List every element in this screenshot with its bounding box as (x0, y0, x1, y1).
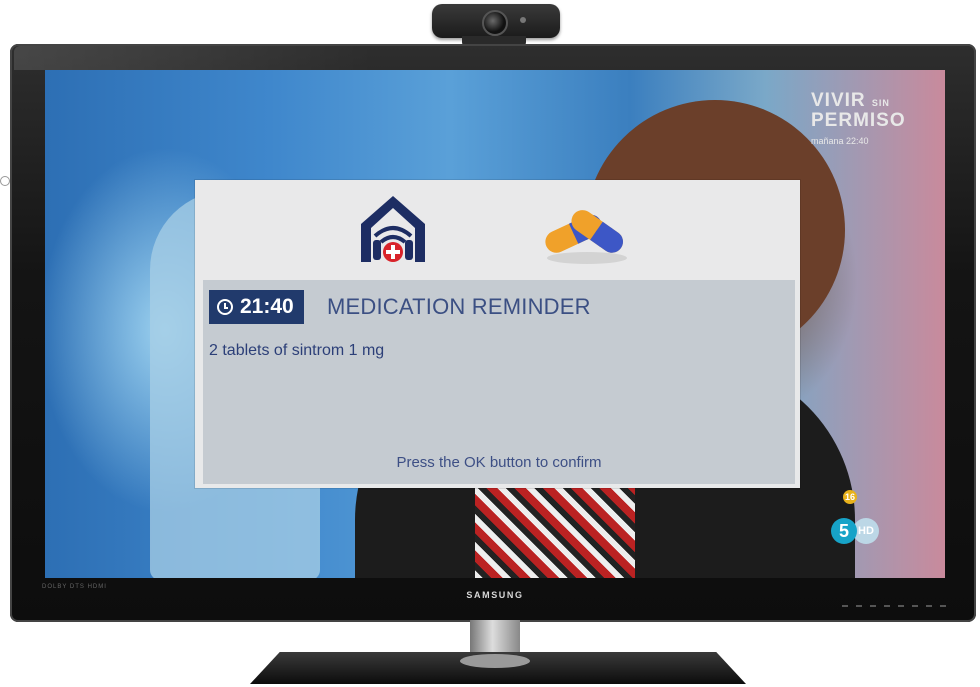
show-schedule: mañana 22:40 (811, 136, 869, 146)
channel-number-badge: 5 (831, 518, 857, 544)
webcam (432, 4, 560, 38)
pill-capsules-icon (545, 210, 627, 264)
reminder-description: 2 tablets of sintrom 1 mg (209, 342, 385, 359)
webcam-lens-icon (482, 10, 508, 36)
dialog-body: 21:40 MEDICATION REMINDER 2 tablets of s… (203, 280, 795, 484)
tv-brand-logo: SAMSUNG (466, 590, 524, 600)
tv-feature-logos: DOLBY DTS HDMI (42, 584, 107, 590)
show-title-line1: VIVIR (811, 90, 866, 111)
show-watermark: VIVIR SIN PERMISO mañana 22:40 (811, 90, 906, 150)
reminder-time: 21:40 (240, 295, 294, 318)
home-care-logo-icon (361, 196, 425, 262)
webcam-led-icon (520, 17, 526, 23)
channel-logo: HD 5 (831, 510, 889, 546)
medication-reminder-dialog[interactable]: 21:40 MEDICATION REMINDER 2 tablets of s… (195, 180, 800, 488)
show-title-small: SIN (871, 98, 890, 108)
show-title-line2: PERMISO (811, 110, 906, 131)
tv-stand-ring (460, 654, 530, 668)
dialog-header (195, 180, 800, 280)
tv-bottom-controls (842, 605, 952, 607)
reminder-title: MEDICATION REMINDER (327, 294, 591, 319)
tv-bezel-sheen (14, 46, 374, 70)
clock-icon (217, 299, 233, 315)
side-indicator-dot (0, 176, 10, 186)
reminder-time-badge: 21:40 (209, 290, 304, 324)
age-rating-badge: 16 (843, 490, 857, 504)
confirm-hint: Press the OK button to confirm (396, 454, 602, 471)
